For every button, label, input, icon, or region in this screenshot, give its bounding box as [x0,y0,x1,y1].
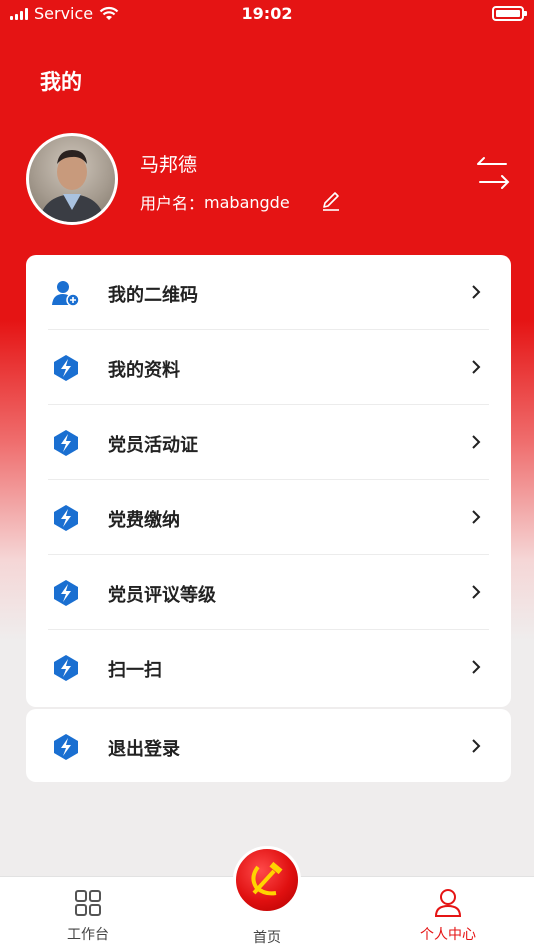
lightning-shield-icon [54,734,78,760]
logout-card: 退出登录 [26,709,511,782]
menu-item-label: 党员活动证 [108,435,198,456]
tab-label: 工作台 [67,927,109,943]
page-title: 我的 [40,70,82,94]
username-line: 用户名： mabangde [140,190,290,214]
chevron-right-icon [472,360,481,374]
user-add-icon [52,281,80,307]
menu-item-label: 党费缴纳 [108,510,180,531]
battery-icon [492,6,527,21]
user-icon [434,889,462,917]
lightning-shield-icon [54,430,78,456]
menu-item-scan[interactable]: 扫一扫 [26,630,511,705]
lightning-shield-icon [54,655,78,681]
lightning-shield-icon [54,505,78,531]
menu-item-activity-card[interactable]: 党员活动证 [26,405,511,480]
menu-item-label: 我的资料 [108,360,180,381]
tab-label: 首页 [253,930,281,946]
menu-item-label: 党员评议等级 [108,585,216,606]
tab-label-active: 个人中心 [420,927,476,943]
menu-item-rating[interactable]: 党员评议等级 [26,555,511,630]
status-bar: Service 19:02 [0,0,534,28]
chevron-right-icon [472,660,481,674]
menu-item-dues[interactable]: 党费缴纳 [26,480,511,555]
username-label: 用户名： [140,194,205,213]
username-value: mabangde [204,192,290,212]
logout-button[interactable]: 退出登录 [26,709,511,784]
menu-card: 我的二维码 我的资料 党员活动证 党费缴纳 党员评议等级 扫一扫 [26,255,511,707]
logout-label: 退出登录 [108,739,180,760]
clock: 19:02 [241,4,293,23]
avatar[interactable] [26,133,118,225]
switch-account-icon[interactable] [474,156,512,192]
edit-icon[interactable] [320,190,342,212]
lightning-shield-icon [54,580,78,606]
home-emblem-button[interactable] [233,846,301,914]
chevron-right-icon [472,585,481,599]
menu-item-profile[interactable]: 我的资料 [26,330,511,405]
menu-item-label: 我的二维码 [108,285,198,306]
avatar-portrait [39,150,105,222]
lightning-shield-icon [54,355,78,381]
tab-profile[interactable]: 个人中心 [388,877,508,950]
chevron-right-icon [472,510,481,524]
grid-icon [75,890,101,916]
party-emblem-icon [251,861,283,896]
chevron-right-icon [472,739,481,753]
tab-workbench[interactable]: 工作台 [28,877,148,950]
user-display-name: 马邦德 [140,154,198,176]
menu-item-label: 扫一扫 [108,660,162,681]
menu-item-qrcode[interactable]: 我的二维码 [26,255,511,330]
chevron-right-icon [472,435,481,449]
chevron-right-icon [472,285,481,299]
